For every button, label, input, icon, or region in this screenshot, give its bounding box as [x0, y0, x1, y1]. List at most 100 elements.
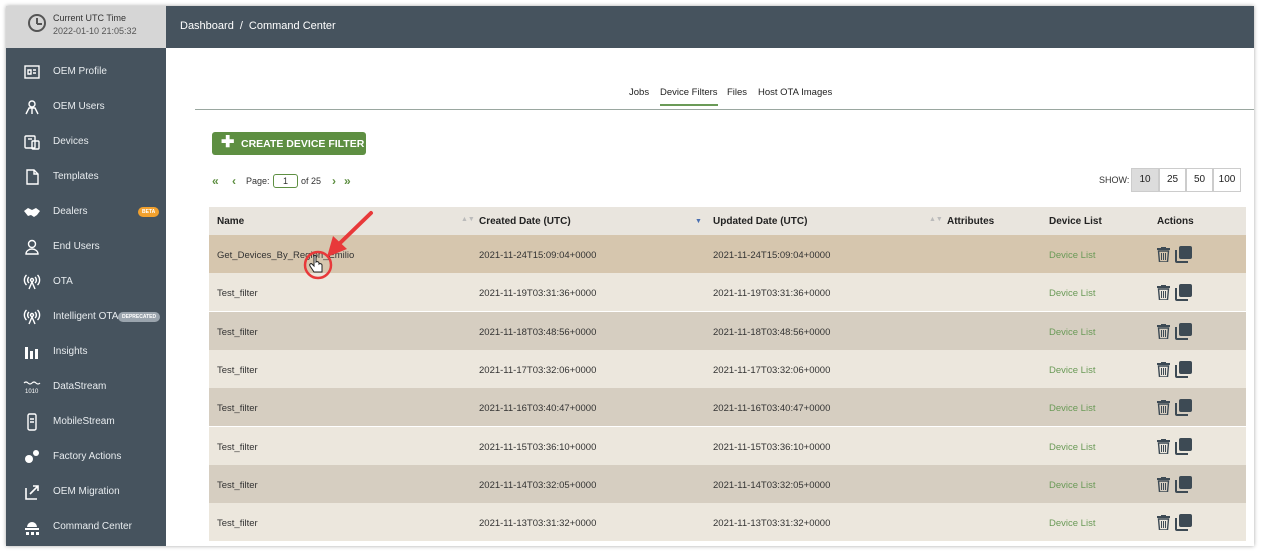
sidebar-item-command-center[interactable]: Command Center — [6, 510, 166, 545]
breadcrumb-current: Command Center — [248, 20, 336, 32]
sidebar-item-label: OEM Migration — [53, 486, 120, 497]
copy-icon[interactable] — [1175, 360, 1192, 378]
table-row[interactable]: Test_filter 2021-11-15T03:36:10+0000 2021-… — [209, 426, 1246, 465]
last-page-icon[interactable]: » — [344, 174, 351, 188]
sidebar-item-label: OEM Profile — [53, 66, 107, 77]
device-list-link[interactable]: Device List — [1049, 288, 1095, 299]
trash-icon[interactable] — [1157, 515, 1170, 531]
row-created: 2021-11-17T03:32:06+0000 — [479, 364, 597, 376]
plus-icon: ✚ — [221, 134, 235, 151]
sort-icon[interactable]: ▲▼ — [929, 216, 943, 223]
sidebar-item-label: Command Center — [53, 521, 132, 532]
table-row[interactable]: Test_filter 2021-11-14T03:32:05+0000 2021-… — [209, 464, 1246, 503]
sort-desc-icon[interactable]: ▼ — [695, 218, 702, 225]
row-name[interactable]: Get_Devices_By_Region_Emilio — [217, 250, 354, 261]
row-name[interactable]: Test_filter — [217, 288, 258, 299]
copy-icon[interactable] — [1175, 322, 1192, 340]
sidebar-item-intelligent-ota[interactable]: Intelligent OTA DEPRECATED — [6, 300, 166, 335]
templates-icon — [23, 168, 41, 186]
first-page-icon[interactable]: « — [212, 174, 219, 188]
trash-icon[interactable] — [1157, 400, 1170, 416]
sidebar-item-oem-migration[interactable]: OEM Migration — [6, 475, 166, 510]
prev-page-icon[interactable]: ‹ — [232, 174, 236, 188]
device-list-link[interactable]: Device List — [1049, 403, 1095, 414]
row-name[interactable]: Test_filter — [217, 442, 258, 453]
copy-icon[interactable] — [1175, 246, 1192, 263]
table-row[interactable]: Get_Devices_By_Region_Emilio 2021-11-24T1… — [209, 235, 1246, 273]
sidebar-item-oem-profile[interactable]: OEM Profile — [6, 55, 166, 90]
page-size-25-button[interactable]: 25 — [1159, 168, 1186, 192]
tab-host-ota-images[interactable]: Host OTA Images — [758, 87, 832, 98]
copy-icon[interactable] — [1175, 437, 1192, 455]
copy-icon[interactable] — [1175, 475, 1192, 493]
column-updated-date[interactable]: Updated Date (UTC) — [713, 216, 807, 227]
svg-text:1010: 1010 — [25, 389, 39, 395]
breadcrumb-dashboard-link[interactable]: Dashboard — [180, 20, 234, 32]
device-list-link[interactable]: Device List — [1049, 442, 1095, 453]
page-count: of 25 — [301, 176, 322, 186]
sidebar-item-factory-actions[interactable]: Factory Actions — [6, 440, 166, 475]
row-name[interactable]: Test_filter — [217, 403, 258, 414]
table-header: Name ▲▼ Created Date (UTC) ▼ Updated Dat… — [209, 207, 1246, 235]
trash-icon[interactable] — [1157, 323, 1170, 339]
copy-icon[interactable] — [1175, 284, 1192, 302]
row-created: 2021-11-13T03:31:32+0000 — [479, 518, 597, 530]
copy-icon[interactable] — [1175, 514, 1192, 532]
sidebar-item-label: Templates — [53, 171, 99, 182]
sidebar-item-ota[interactable]: OTA — [6, 265, 166, 300]
next-page-icon[interactable]: › — [332, 174, 336, 188]
device-list-link[interactable]: Device List — [1049, 250, 1095, 261]
row-created: 2021-11-19T03:31:36+0000 — [479, 288, 597, 300]
ota-icon — [23, 273, 41, 291]
page-input[interactable]: 1 — [273, 174, 298, 188]
sidebar-item-end-users[interactable]: End Users — [6, 230, 166, 265]
row-name[interactable]: Test_filter — [217, 327, 258, 338]
row-name[interactable]: Test_filter — [217, 480, 258, 491]
row-updated: 2021-11-19T03:31:36+0000 — [713, 288, 831, 300]
column-created-date[interactable]: Created Date (UTC) — [479, 216, 571, 227]
sort-icon[interactable]: ▲▼ — [461, 216, 475, 223]
tab-device-filters[interactable]: Device Filters — [660, 87, 718, 106]
oem-profile-icon — [23, 63, 41, 81]
utc-label: Current UTC Time — [53, 13, 127, 23]
create-button-label: CREATE DEVICE FILTER — [241, 138, 365, 150]
table-row[interactable]: Test_filter 2021-11-16T03:40:47+0000 2021-… — [209, 388, 1246, 427]
sidebar-item-oem-users[interactable]: OEM Users — [6, 90, 166, 125]
row-created: 2021-11-16T03:40:47+0000 — [479, 403, 597, 415]
dealers-icon — [23, 203, 41, 221]
device-list-link[interactable]: Device List — [1049, 327, 1095, 338]
create-device-filter-button[interactable]: ✚ CREATE DEVICE FILTER — [212, 132, 366, 155]
table-row[interactable]: Test_filter 2021-11-13T03:31:32+0000 2021-… — [209, 503, 1246, 542]
trash-icon[interactable] — [1157, 247, 1170, 262]
row-updated: 2021-11-15T03:36:10+0000 — [713, 441, 831, 453]
sidebar-item-datastream[interactable]: 1010 DataStream — [6, 370, 166, 405]
page-size-100-button[interactable]: 100 — [1213, 168, 1241, 192]
sidebar-item-dealers[interactable]: Dealers BETA — [6, 195, 166, 230]
tab-jobs[interactable]: Jobs — [629, 87, 649, 98]
column-name[interactable]: Name — [217, 216, 244, 227]
table-row[interactable]: Test_filter 2021-11-17T03:32:06+0000 2021-… — [209, 349, 1246, 388]
row-created: 2021-11-24T15:09:04+0000 — [479, 250, 597, 261]
device-list-link[interactable]: Device List — [1049, 518, 1095, 529]
trash-icon[interactable] — [1157, 285, 1170, 301]
table-row[interactable]: Test_filter 2021-11-18T03:48:56+0000 2021-… — [209, 311, 1246, 350]
sidebar-item-templates[interactable]: Templates — [6, 160, 166, 195]
row-name[interactable]: Test_filter — [217, 518, 258, 529]
sidebar-item-insights[interactable]: Insights — [6, 335, 166, 370]
sidebar-item-mobilestream[interactable]: MobileStream — [6, 405, 166, 440]
device-list-link[interactable]: Device List — [1049, 480, 1095, 491]
tab-files[interactable]: Files — [727, 87, 747, 98]
row-actions — [1157, 514, 1197, 532]
page-size-10-button[interactable]: 10 — [1131, 168, 1159, 192]
trash-icon[interactable] — [1157, 476, 1170, 492]
copy-icon[interactable] — [1175, 399, 1192, 417]
table-row[interactable]: Test_filter 2021-11-19T03:31:36+0000 2021-… — [209, 273, 1246, 312]
row-name[interactable]: Test_filter — [217, 365, 258, 376]
page-size-50-button[interactable]: 50 — [1186, 168, 1213, 192]
trash-icon[interactable] — [1157, 438, 1170, 454]
device-list-link[interactable]: Device List — [1049, 365, 1095, 376]
intelligent-ota-icon — [23, 308, 41, 326]
trash-icon[interactable] — [1157, 361, 1170, 377]
sidebar-item-devices[interactable]: Devices — [6, 125, 166, 160]
utc-clock-panel: Current UTC Time 2022-01-10 21:05:32 — [6, 6, 166, 48]
